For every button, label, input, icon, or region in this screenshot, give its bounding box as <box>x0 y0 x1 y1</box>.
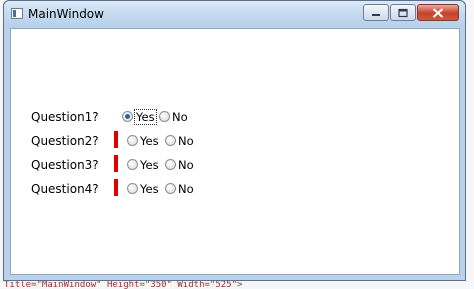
yes-radio[interactable] <box>127 159 138 170</box>
question-row: Question1? Yes No <box>11 108 459 128</box>
caption-buttons <box>362 4 459 22</box>
question-row: Question3? Yes No <box>11 155 459 176</box>
question-row: Question4? Yes No <box>11 179 459 200</box>
minimize-icon <box>372 13 380 16</box>
close-button[interactable] <box>417 4 459 21</box>
no-label[interactable]: No <box>178 182 194 196</box>
yes-radio[interactable] <box>127 183 138 194</box>
yes-label[interactable]: Yes <box>140 182 159 196</box>
no-radio[interactable] <box>165 183 176 194</box>
window-title: MainWindow <box>28 7 104 21</box>
no-radio[interactable] <box>165 135 176 146</box>
required-indicator <box>114 131 118 148</box>
question-label: Question1? <box>31 110 99 124</box>
question-label: Question4? <box>31 182 99 196</box>
minimize-button[interactable] <box>363 4 389 21</box>
no-label[interactable]: No <box>178 134 194 148</box>
question-label: Question2? <box>31 134 99 148</box>
maximize-icon <box>398 8 408 17</box>
question-label: Question3? <box>31 158 99 172</box>
no-label[interactable]: No <box>178 158 194 172</box>
no-radio[interactable] <box>159 111 170 122</box>
title-bar[interactable]: MainWindow <box>4 1 465 28</box>
required-indicator <box>114 179 118 196</box>
yes-label[interactable]: Yes <box>140 158 159 172</box>
main-window: MainWindow Question1? Yes No Question2? … <box>3 0 466 281</box>
yes-label[interactable]: Yes <box>134 109 157 125</box>
yes-radio[interactable] <box>127 135 138 146</box>
background-code-text: Title="MainWindow" Height="350" Width="5… <box>4 281 243 289</box>
window-app-icon[interactable] <box>11 8 23 19</box>
required-indicator <box>114 155 118 172</box>
question-row: Question2? Yes No <box>11 131 459 152</box>
client-area: Question1? Yes No Question2? Yes No Ques… <box>10 28 460 275</box>
close-icon <box>432 7 444 18</box>
no-label[interactable]: No <box>172 110 188 124</box>
yes-radio[interactable] <box>122 111 133 122</box>
yes-label[interactable]: Yes <box>140 134 159 148</box>
maximize-button[interactable] <box>390 4 416 21</box>
no-radio[interactable] <box>165 159 176 170</box>
